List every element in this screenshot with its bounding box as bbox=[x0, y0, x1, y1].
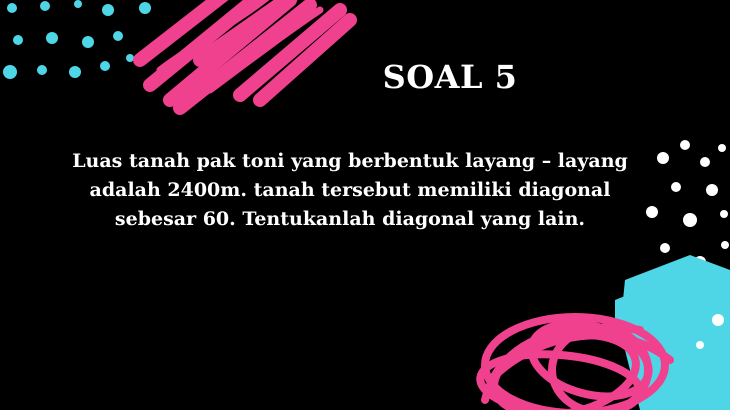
question-text: Luas tanah pak toni yang berbentuk layan… bbox=[60, 147, 640, 234]
question-line-1: Luas tanah pak toni yang berbentuk layan… bbox=[72, 150, 628, 172]
slide: SOAL 5 Luas tanah pak toni yang berbentu… bbox=[0, 0, 730, 410]
question-line-2: adalah 2400m. tanah tersebut memiliki di… bbox=[89, 179, 611, 201]
question-line-3: sebesar 60. Tentukanlah diagonal yang la… bbox=[114, 208, 586, 230]
slide-title: SOAL 5 bbox=[382, 58, 518, 96]
cyan-dot-cluster-top-left bbox=[3, 0, 151, 79]
